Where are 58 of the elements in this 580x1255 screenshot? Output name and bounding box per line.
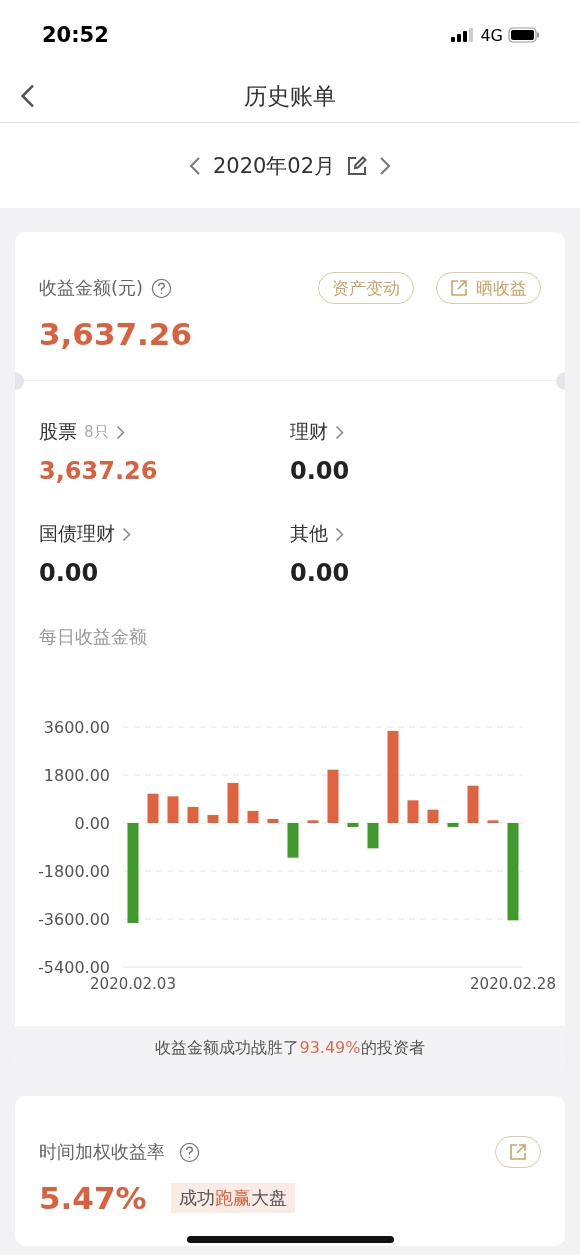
ranking-text: 收益金额成功战胜了93.49%的投资者	[155, 1038, 425, 1059]
bar	[407, 800, 419, 823]
bar	[147, 793, 159, 823]
bar	[227, 783, 239, 823]
page-title: 历史账单	[244, 81, 336, 111]
help-icon[interactable]	[151, 277, 173, 299]
category-link[interactable]: 股票 8只	[39, 419, 290, 445]
previous-month-button[interactable]	[188, 155, 201, 176]
month-label: 2020年02月	[212, 152, 336, 180]
edit-icon[interactable]	[347, 155, 368, 176]
rate-title: 时间加权收益率	[39, 1140, 165, 1164]
signal-icon	[451, 28, 476, 42]
axis-label: 2020.02.28	[470, 975, 556, 993]
axis-label: -5400.00	[38, 958, 110, 977]
network-label: 4G	[480, 25, 503, 45]
axis-label: 3600.00	[43, 718, 110, 737]
battery-icon	[508, 27, 540, 43]
share-icon	[450, 279, 468, 297]
bar	[287, 823, 299, 858]
category-amount: 0.00	[290, 559, 351, 587]
chevron-icon	[115, 424, 125, 440]
bar	[467, 785, 479, 823]
bar	[447, 823, 459, 827]
next-month-button[interactable]	[379, 155, 392, 176]
bar	[347, 823, 359, 827]
axis-label: 0.00	[74, 814, 110, 833]
income-title: 收益金额(元)	[39, 276, 144, 300]
category-amount: 0.00	[39, 559, 100, 587]
bar	[327, 769, 339, 823]
chevron-icon	[335, 424, 344, 440]
bar	[367, 823, 379, 849]
outperform-badge: 成功跑赢大盘	[170, 1183, 295, 1213]
bar	[307, 820, 319, 823]
axis-label: 1800.00	[43, 766, 110, 785]
bar	[187, 807, 199, 823]
chevron-icon	[122, 526, 131, 542]
share-icon	[509, 1143, 527, 1161]
category-amount: 0.00	[290, 457, 351, 485]
bar	[267, 819, 279, 823]
clock-time: 20:52	[42, 23, 109, 47]
category-link[interactable]: 理财	[290, 419, 541, 445]
chevron-icon	[335, 526, 344, 542]
axis-label: -1800.00	[38, 862, 110, 881]
income-amount: 3,637.26	[39, 316, 193, 352]
axis-label: -3600.00	[38, 910, 110, 929]
help-icon[interactable]	[179, 1141, 200, 1163]
category-link[interactable]: 国债理财	[39, 521, 290, 547]
bar	[207, 815, 219, 823]
category-amount: 3,637.26	[39, 457, 159, 485]
bar	[167, 796, 179, 823]
axis-label: 2020.02.03	[90, 975, 176, 993]
return-rate: 5.47%	[39, 1180, 147, 1216]
bar	[487, 820, 499, 823]
chart-title: 每日收益金额	[38, 625, 148, 649]
bar	[427, 809, 439, 823]
back-button[interactable]	[20, 83, 36, 109]
bar	[247, 811, 259, 823]
category-link[interactable]: 其他	[290, 521, 541, 547]
